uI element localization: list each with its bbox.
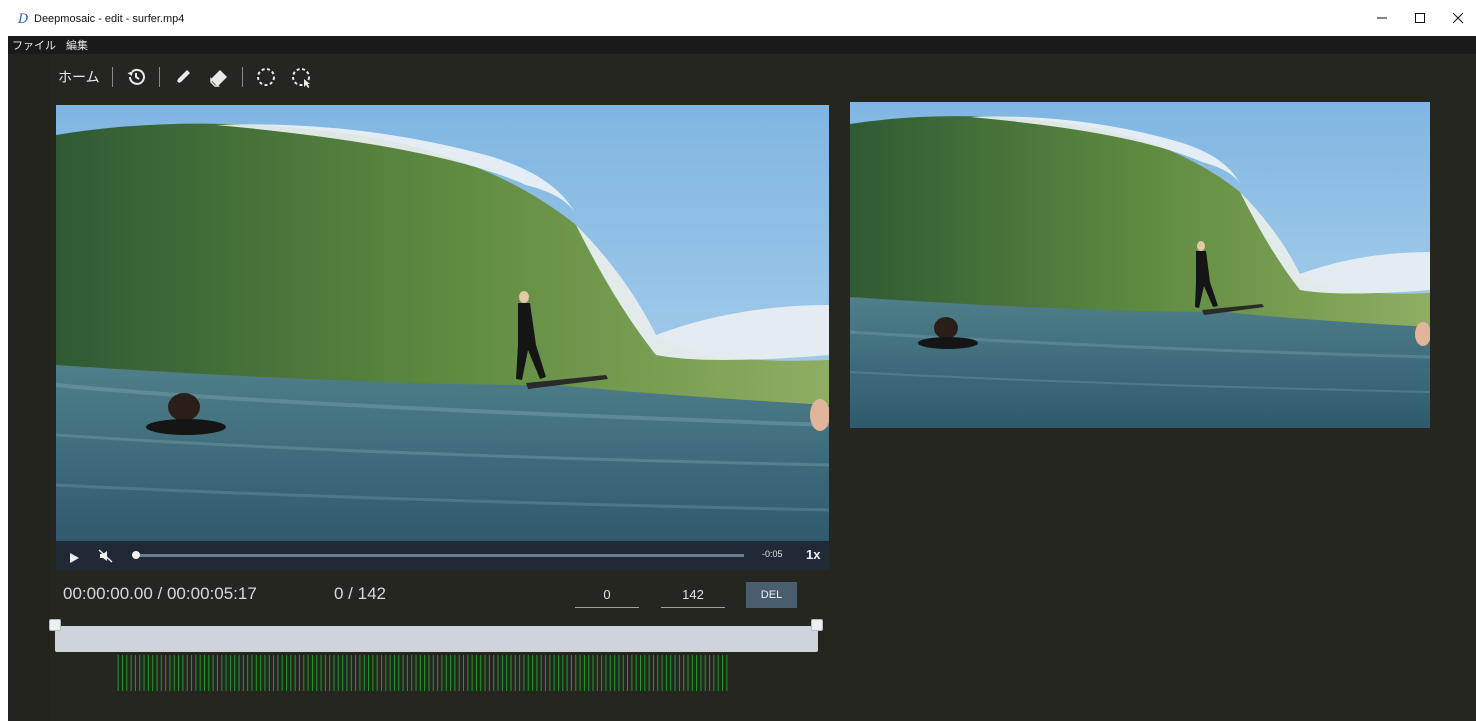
eraser-icon[interactable] xyxy=(206,64,232,90)
close-icon xyxy=(1452,12,1464,24)
toolbar-divider xyxy=(158,67,160,87)
window-title: Deepmosaic - edit - surfer.mp4 xyxy=(34,13,185,25)
range-end-handle[interactable] xyxy=(811,619,823,631)
delete-range-button[interactable]: DEL xyxy=(746,582,797,608)
seek-thumb[interactable] xyxy=(132,551,140,559)
home-button[interactable]: ホーム xyxy=(58,67,100,87)
maximize-icon xyxy=(1415,13,1425,23)
menu-edit[interactable]: 編集 xyxy=(66,37,88,53)
app-logo-icon: D xyxy=(18,12,29,27)
menu-file[interactable]: ファイル xyxy=(12,37,56,53)
lasso-deselect-icon[interactable] xyxy=(289,64,315,90)
mute-button[interactable] xyxy=(98,548,114,567)
maximize-button[interactable] xyxy=(1410,8,1430,28)
app-body: ファイル 編集 ホーム -0:05 1x 00:00:00.00 / 00:00… xyxy=(8,36,1476,721)
play-button[interactable] xyxy=(68,549,80,568)
pen-icon[interactable] xyxy=(170,64,196,90)
range-start-handle[interactable] xyxy=(49,619,61,631)
toolbar-divider xyxy=(241,67,243,87)
toolbar-divider xyxy=(111,67,113,87)
toolbar: ホーム xyxy=(58,64,325,90)
title-bar: D Deepmosaic - edit - surfer.mp4 xyxy=(0,0,1476,36)
playback-speed-button[interactable]: 1x xyxy=(806,547,820,562)
menu-bar: ファイル 編集 xyxy=(8,36,1476,54)
frame-range-slider[interactable] xyxy=(55,626,818,652)
play-icon xyxy=(70,553,79,563)
frame-counter: 0 / 142 xyxy=(334,584,386,603)
range-start-input[interactable] xyxy=(575,582,639,608)
muted-speaker-icon xyxy=(98,549,113,563)
player-controls: -0:05 1x xyxy=(56,541,829,570)
history-icon[interactable] xyxy=(123,64,149,90)
timecode-readout: 00:00:00.00 / 00:00:05:17 xyxy=(63,584,257,603)
seek-bar[interactable] xyxy=(136,554,744,557)
source-video[interactable] xyxy=(56,105,829,541)
preview-video xyxy=(850,102,1430,428)
minimize-icon xyxy=(1377,17,1387,19)
left-gutter xyxy=(8,54,50,721)
close-button[interactable] xyxy=(1448,8,1468,28)
range-end-input[interactable] xyxy=(661,582,725,608)
remaining-time: -0:05 xyxy=(762,549,783,559)
lasso-select-icon[interactable] xyxy=(253,64,279,90)
minimize-button[interactable] xyxy=(1372,8,1392,28)
frame-markers xyxy=(117,655,728,691)
